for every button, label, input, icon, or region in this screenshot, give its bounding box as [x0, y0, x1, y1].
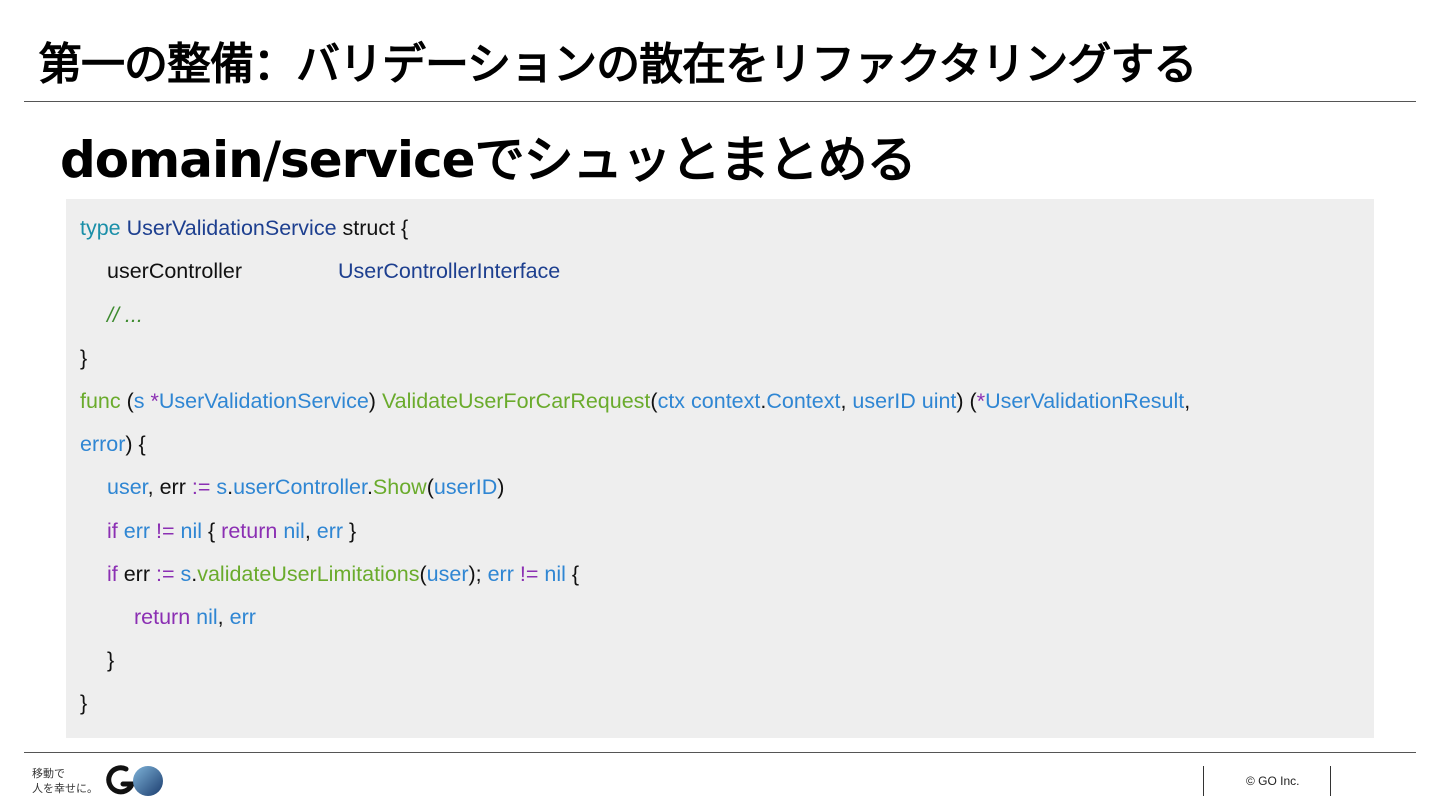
- code-line-5: func (s *UserValidationService) Validate…: [80, 387, 1190, 415]
- slide-title: 第一の整備：バリデーションの散在をリファクタリングする: [38, 39, 1197, 90]
- identifier-token: userID: [433, 475, 498, 499]
- header-divider: [24, 101, 1416, 102]
- code-line-10: return nil, err: [134, 603, 256, 631]
- footer-separator-left: [1203, 766, 1204, 796]
- operator-token: :=: [150, 562, 181, 586]
- footer-divider: [24, 752, 1416, 753]
- keyword-token: if: [107, 562, 118, 586]
- identifier-token: nil: [544, 562, 566, 586]
- keyword-token: return: [134, 605, 191, 629]
- code-text: }: [80, 346, 88, 370]
- comment-token: // ...: [107, 303, 143, 327]
- type-name-token: Context: [766, 389, 841, 413]
- field-name-token: userController: [107, 259, 243, 283]
- code-text: (: [120, 389, 134, 413]
- logo-tagline: 移動で 人を幸せに。: [32, 767, 98, 795]
- code-text: }: [107, 648, 115, 672]
- code-text: ,: [1184, 389, 1191, 413]
- code-text: struct {: [336, 216, 409, 240]
- code-line-3: // ...: [107, 301, 143, 329]
- code-text: ) {: [125, 432, 146, 456]
- code-text: {: [565, 562, 580, 586]
- code-line-6: error) {: [80, 430, 146, 458]
- type-name-token: UserValidationService: [126, 216, 337, 240]
- code-line-12: }: [80, 689, 87, 717]
- identifier-token: err: [229, 605, 256, 629]
- keyword-token: if: [107, 519, 118, 543]
- identifier-token: err: [316, 519, 344, 543]
- operator-token: *: [144, 389, 159, 413]
- method-name-token: ValidateUserForCarRequest: [381, 389, 651, 413]
- operator-token: !=: [513, 562, 545, 586]
- field-type-token: UserControllerInterface: [338, 259, 561, 283]
- identifier-token: nil: [196, 605, 218, 629]
- identifier-token: userID: [852, 389, 916, 413]
- code-text: (: [419, 562, 427, 586]
- code-line-2-type: UserControllerInterface: [338, 257, 560, 285]
- footer-separator-right: [1330, 766, 1331, 796]
- identifier-token: err: [487, 562, 514, 586]
- type-name-token: UserValidationService: [158, 389, 369, 413]
- code-text: );: [468, 562, 488, 586]
- method-name-token: validateUserLimitations: [197, 562, 420, 586]
- code-text: ,: [840, 389, 853, 413]
- code-text: {: [202, 519, 222, 543]
- code-line-9: if err := s.validateUserLimitations(user…: [107, 560, 579, 588]
- identifier-token: context: [691, 389, 761, 413]
- slide-subtitle: domain/serviceでシュッとまとめる: [60, 131, 917, 189]
- identifier-token: ctx: [657, 389, 686, 413]
- identifier-token: err: [117, 562, 150, 586]
- code-text: ,: [217, 605, 230, 629]
- identifier-token: nil: [283, 519, 305, 543]
- identifier-token: user: [426, 562, 469, 586]
- identifier-token: s: [180, 562, 192, 586]
- code-text: (: [650, 389, 658, 413]
- identifier-token: user: [107, 475, 148, 499]
- type-name-token: error: [80, 432, 126, 456]
- code-line-2: userController: [107, 257, 242, 285]
- code-text: (: [426, 475, 434, 499]
- code-text: ): [368, 389, 382, 413]
- type-name-token: UserValidationResult: [985, 389, 1185, 413]
- code-line-4: }: [80, 344, 87, 372]
- identifier-token: s: [216, 475, 228, 499]
- code-line-1: type UserValidationService struct {: [80, 214, 408, 242]
- go-logo-icon: [106, 765, 163, 796]
- code-line-8: if err != nil { return nil, err }: [107, 517, 356, 545]
- operator-token: *: [976, 389, 986, 413]
- copyright-text: © GO Inc.: [1246, 774, 1300, 788]
- code-text: ,: [304, 519, 317, 543]
- keyword-token: return: [221, 519, 278, 543]
- keyword-token: type: [80, 216, 121, 240]
- code-text: ): [497, 475, 505, 499]
- keyword-token: func: [80, 389, 121, 413]
- method-name-token: Show: [372, 475, 427, 499]
- code-text: }: [80, 691, 88, 715]
- code-text: ) (: [956, 389, 977, 413]
- identifier-token: err: [123, 519, 151, 543]
- identifier-token: nil: [180, 519, 203, 543]
- identifier-token: err: [159, 475, 186, 499]
- identifier-token: userController: [233, 475, 367, 499]
- code-text: ,: [147, 475, 160, 499]
- operator-token: :=: [185, 475, 217, 499]
- type-name-token: uint: [921, 389, 957, 413]
- code-text: }: [343, 519, 357, 543]
- operator-token: !=: [150, 519, 181, 543]
- code-line-11: }: [107, 646, 114, 674]
- identifier-token: s: [133, 389, 145, 413]
- code-block: type UserValidationService struct { user…: [66, 199, 1374, 738]
- code-line-7: user, err := s.userController.Show(userI…: [107, 473, 504, 501]
